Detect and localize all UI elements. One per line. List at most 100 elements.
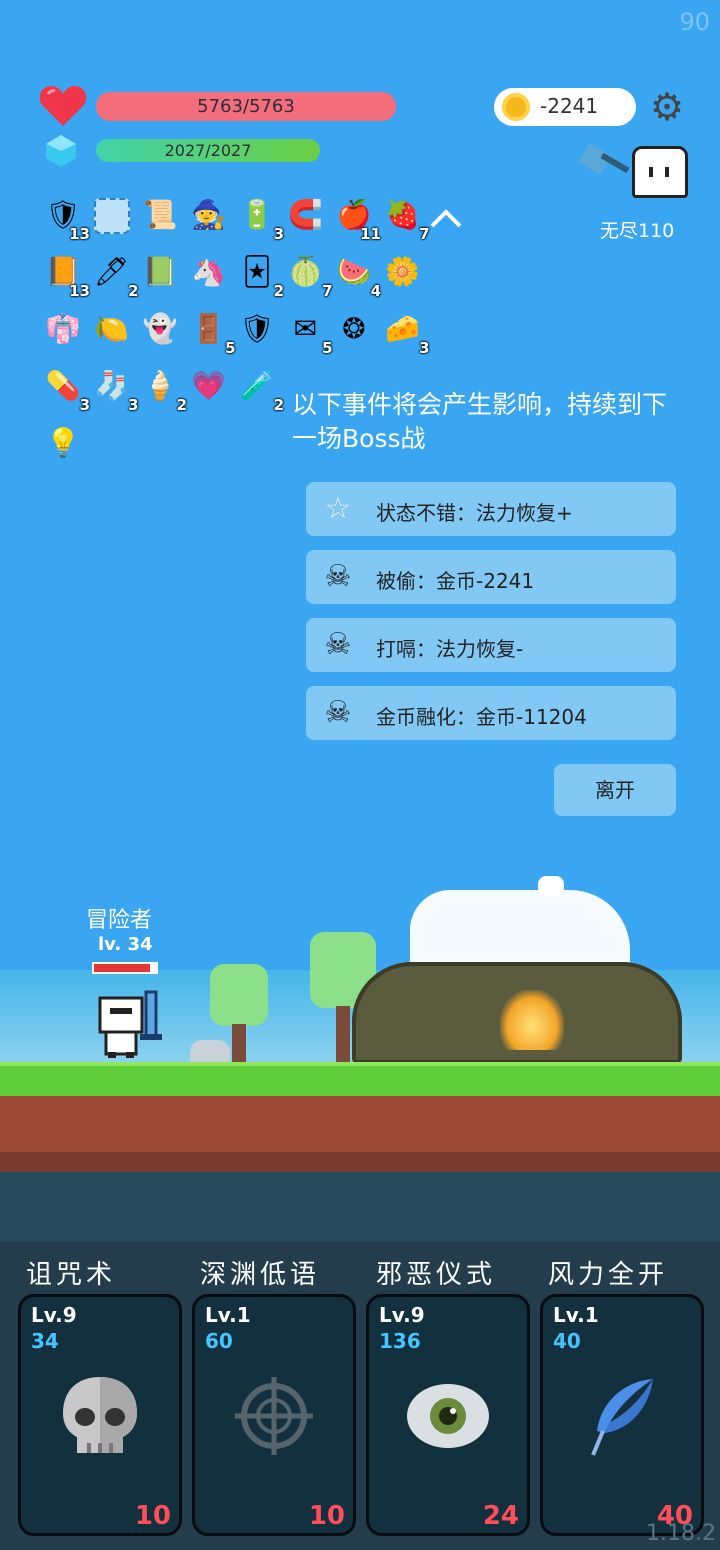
watermelon-icon: 🍉	[336, 255, 372, 288]
hero-hp-bar	[92, 962, 158, 974]
inventory-item[interactable]	[93, 196, 131, 234]
inventory-item[interactable]: 🦄	[190, 253, 228, 291]
coin-counter: -2241	[494, 88, 636, 126]
magnet-icon: 🧲	[288, 198, 323, 231]
event-row: ☆ 状态不错：法力恢复+	[306, 482, 676, 536]
inventory-item[interactable]: 🍎 11	[335, 196, 381, 242]
item-count: 5	[225, 339, 236, 357]
sock-icon: 🧦	[94, 369, 129, 402]
item-count: 5	[322, 339, 333, 357]
inventory-item[interactable]: 🧲	[287, 196, 325, 234]
coin-icon	[502, 93, 530, 121]
event-text: 被偷：金币-2241	[376, 569, 535, 593]
event-text: 状态不错：法力恢复+	[376, 501, 573, 525]
inventory-item[interactable]: 🍓 7	[384, 196, 429, 242]
inventory-item[interactable]: 🍦 2	[141, 367, 187, 413]
leave-button[interactable]: 离开	[554, 764, 676, 816]
skill-card-evil-ritual[interactable]: Lv.9 136 24	[366, 1294, 530, 1536]
inventory-item[interactable]: 📜	[141, 196, 179, 234]
robe-icon: 👘	[45, 312, 81, 345]
hp-bar: 5763/5763	[96, 92, 396, 121]
inventory-item[interactable]: 🍈 7	[287, 253, 332, 299]
inventory-item[interactable]: 🧙	[190, 196, 228, 234]
inventory-item[interactable]: 📗	[141, 253, 179, 291]
lime-icon: 🍋	[94, 312, 129, 345]
inventory-item[interactable]: 🌼	[384, 253, 422, 291]
skill-card-curse[interactable]: Lv.9 34 10	[18, 1294, 182, 1536]
skill-level: Lv.9	[31, 1303, 77, 1327]
hero-hp-fill	[94, 964, 150, 972]
inventory-item[interactable]: ✉ 5	[287, 310, 333, 356]
pen-icon: 🖊	[93, 255, 130, 288]
skill-level: Lv.9	[379, 1303, 425, 1327]
skill-power: 40	[553, 1329, 581, 1353]
item-count: 11	[360, 225, 381, 243]
skull-icon	[63, 1377, 137, 1453]
inventory-item[interactable]: 🧀 3	[384, 310, 429, 356]
skull-crossbones-icon: ☠	[324, 695, 352, 730]
inventory-item[interactable]: 💊 3	[44, 367, 90, 413]
item-count: 2	[273, 282, 284, 300]
pill-icon: 💊	[45, 369, 81, 402]
door-icon: 🚪	[191, 312, 226, 345]
coin-value: -2241	[540, 94, 599, 118]
item-count: 3	[128, 396, 139, 414]
inventory-item[interactable]: 🚪 5	[190, 310, 235, 356]
knight-hero[interactable]	[98, 988, 162, 1060]
inventory-item[interactable]: 🃏 2	[238, 253, 284, 299]
ghost-companion-icon[interactable]	[632, 146, 688, 198]
inventory-item[interactable]: 🧪 2	[238, 367, 284, 413]
inventory-item[interactable]: 🧦 3	[93, 367, 138, 413]
skill-card-abyss-whisper[interactable]: Lv.1 60 10	[192, 1294, 356, 1536]
inventory-item[interactable]: 👻	[141, 310, 179, 348]
heart-drop-icon: 💗	[191, 369, 226, 402]
eye-icon	[407, 1384, 489, 1448]
inventory-item[interactable]: 💡	[44, 424, 82, 462]
crest-shield-icon: 🛡	[239, 312, 275, 345]
item-count: 13	[69, 225, 90, 243]
skill-name: 诅咒术	[26, 1260, 117, 1290]
potion-icon: 🧪	[239, 369, 275, 402]
event-notice: 以下事件将会产生影响，持续到下一场Boss战	[292, 390, 668, 453]
inventory-item[interactable]: 🛡 13	[44, 196, 90, 242]
inventory-item[interactable]: ❂	[335, 310, 373, 348]
skill-card-full-wind[interactable]: Lv.1 40 40	[540, 1294, 704, 1536]
skill-cost: 10	[134, 1501, 171, 1531]
axe-icon[interactable]	[576, 140, 632, 192]
event-text: 金币融化：金币-11204	[376, 705, 587, 729]
hero-name: 冒险者	[86, 908, 153, 933]
inventory-item[interactable]: 💗	[190, 367, 228, 405]
inventory-item[interactable]: 👘	[44, 310, 82, 348]
inventory-item[interactable]: 📙 13	[44, 253, 90, 299]
feather-icon	[591, 1379, 653, 1456]
ice-cream-icon: 🍦	[142, 369, 178, 402]
inventory-item[interactable]: 🖊 2	[93, 253, 139, 299]
collapse-chevron-icon[interactable]	[428, 206, 464, 230]
item-count: 4	[370, 282, 381, 300]
item-count: 7	[322, 282, 333, 300]
endless-mode-label: 无尽110	[600, 220, 675, 242]
item-count: 2	[176, 396, 187, 414]
flower-icon: 🌼	[385, 255, 420, 288]
lightbulb-icon: 💡	[45, 426, 81, 459]
skill-cost: 24	[482, 1501, 519, 1531]
inventory-item[interactable]: 🔋 3	[238, 196, 284, 242]
inventory-item[interactable]: 🛡	[238, 310, 276, 348]
settings-gear-icon[interactable]: ⚙	[648, 88, 686, 126]
ghost-icon: 👻	[142, 312, 178, 345]
green-card-icon: 📗	[142, 255, 178, 288]
strawberry-icon: 🍓	[385, 198, 420, 231]
wizard-hat-icon: 🧙	[191, 198, 226, 231]
inventory-item[interactable]: 🍉 4	[335, 253, 381, 299]
durian-icon: 🍈	[288, 255, 323, 288]
event-text: 打嗝：法力恢复-	[376, 637, 524, 661]
skull-crossbones-icon: ☠	[324, 627, 352, 662]
item-count: 3	[79, 396, 90, 414]
rock	[190, 1040, 230, 1064]
heart-icon	[39, 86, 87, 126]
inventory-item[interactable]: 🍋	[93, 310, 131, 348]
skill-name: 邪恶仪式	[376, 1260, 497, 1290]
unicorn-icon: 🦄	[191, 255, 226, 288]
dirt-ground	[0, 1096, 720, 1172]
skill-power: 34	[31, 1329, 59, 1353]
